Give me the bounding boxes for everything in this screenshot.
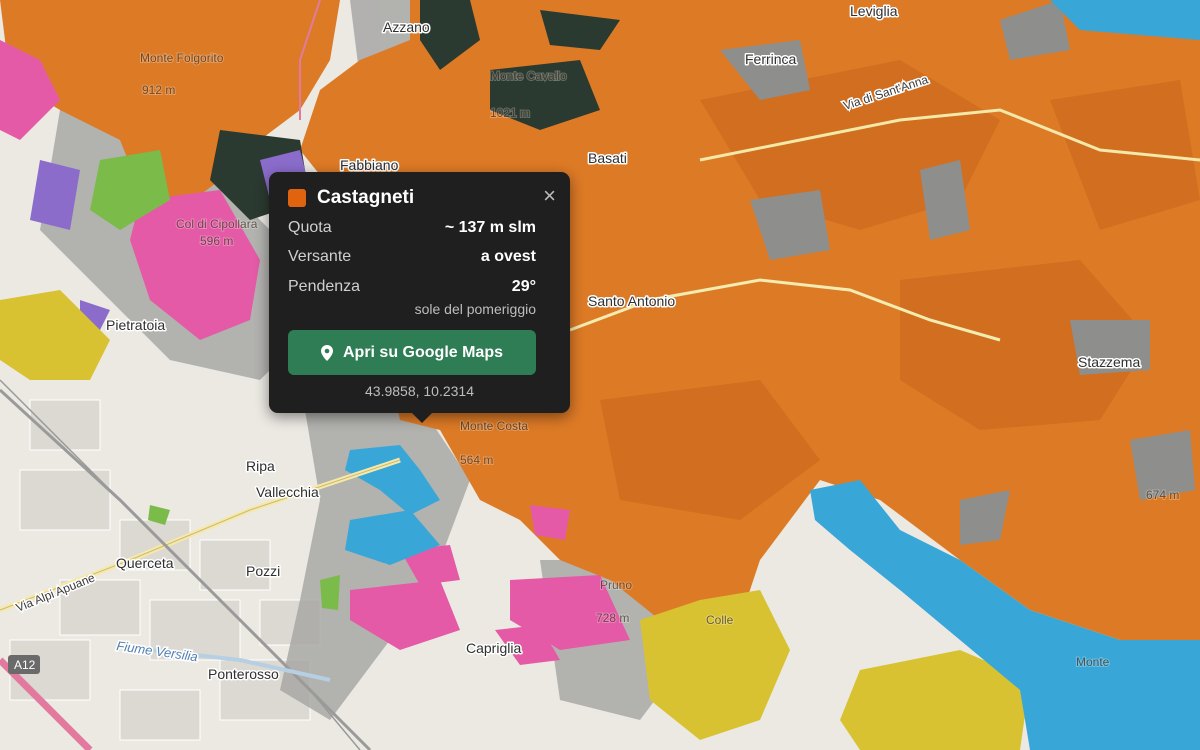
value-versante: a ovest — [480, 248, 536, 265]
svg-text:A12: A12 — [14, 658, 36, 672]
row-versante: Versante a ovest — [288, 248, 536, 266]
svg-text:Monte Costa: Monte Costa — [460, 419, 528, 433]
svg-text:Fabbiano: Fabbiano — [340, 157, 399, 173]
svg-text:Ferrinca: Ferrinca — [745, 51, 797, 67]
label-versante: Versante — [288, 248, 352, 265]
svg-text:Azzano: Azzano — [383, 19, 430, 35]
popup-title: Castagneti — [317, 187, 415, 208]
close-icon[interactable]: × — [543, 185, 556, 207]
svg-text:Colle: Colle — [706, 613, 734, 627]
open-google-maps-button[interactable]: Apri su Google Maps — [288, 330, 536, 375]
svg-text:674 m: 674 m — [1146, 488, 1179, 502]
label-quota: Quota — [288, 219, 332, 236]
info-popup: Castagneti × Quota ~ 137 m slm Versante … — [269, 172, 570, 423]
popup-header: Castagneti — [288, 187, 414, 209]
svg-text:Pruno: Pruno — [600, 578, 632, 592]
row-quota: Quota ~ 137 m slm — [288, 219, 536, 237]
svg-text:Basati: Basati — [588, 150, 627, 166]
coordinates: 43.9858, 10.2314 — [365, 383, 474, 399]
value-quota: ~ 137 m slm — [444, 219, 536, 236]
svg-text:564 m: 564 m — [460, 453, 493, 467]
map-pin-icon — [320, 344, 333, 361]
svg-text:596 m: 596 m — [200, 234, 233, 248]
row-pendenza: Pendenza 29° — [288, 278, 536, 296]
svg-text:Stazzema: Stazzema — [1078, 354, 1140, 370]
label-pendenza: Pendenza — [288, 278, 361, 295]
svg-text:Ponterosso: Ponterosso — [208, 666, 279, 682]
svg-text:Santo Antonio: Santo Antonio — [588, 293, 675, 309]
svg-text:Monte: Monte — [1076, 655, 1110, 669]
svg-text:Capriglia: Capriglia — [466, 640, 521, 656]
svg-text:Ripa: Ripa — [246, 458, 275, 474]
terrain-map[interactable]: A12 Azzano Leviglia Ferrinca Monte Folgo… — [0, 0, 1200, 750]
popup-pointer — [411, 412, 433, 423]
legend-swatch — [288, 189, 306, 207]
svg-text:Vallecchia: Vallecchia — [256, 484, 319, 500]
svg-text:912 m: 912 m — [142, 83, 175, 97]
svg-text:728 m: 728 m — [596, 611, 629, 625]
svg-text:Pozzi: Pozzi — [246, 563, 280, 579]
a12-shield: A12 — [8, 655, 40, 674]
svg-text:Monte Cavallo: Monte Cavallo — [490, 69, 567, 83]
svg-text:Leviglia: Leviglia — [850, 3, 898, 19]
value-pendenza: 29° — [511, 278, 536, 295]
svg-text:Querceta: Querceta — [116, 555, 174, 571]
sun-note: sole del pomeriggio — [414, 301, 536, 317]
svg-text:Monte Folgorito: Monte Folgorito — [140, 51, 224, 65]
svg-text:Pietratoia: Pietratoia — [106, 317, 165, 333]
svg-text:Col di Cipollara: Col di Cipollara — [176, 217, 258, 231]
google-maps-button-label: Apri su Google Maps — [342, 343, 503, 361]
svg-text:1021 m: 1021 m — [490, 106, 530, 120]
